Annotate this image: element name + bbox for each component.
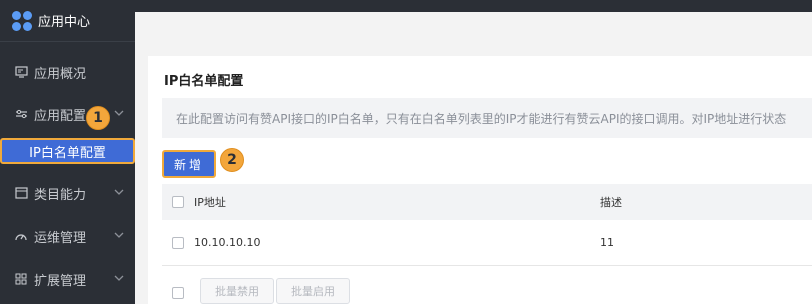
sidebar-item-category-capability[interactable]: 类目能力 [0,173,135,213]
sidebar-item-ops-management[interactable]: 运维管理 [0,216,135,256]
sidebar-item-label: IP白名单配置 [29,145,106,161]
window-icon [14,186,28,200]
top-bar [135,0,812,12]
header-ip: IP地址 [194,196,226,209]
chevron-down-icon [113,272,125,284]
chevron-down-icon [113,186,125,198]
add-button[interactable]: 新增 [162,150,216,178]
brand[interactable]: 应用中心 [0,0,135,42]
row-checkbox[interactable] [172,236,184,249]
sidebar-item-label: 应用配置 [34,108,87,124]
footer-select-all-checkbox[interactable] [172,287,184,299]
sidebar-item-label: 类目能力 [34,187,87,203]
sidebar-item-extension-management[interactable]: 扩展管理 [0,259,135,299]
sidebar-item-ip-whitelist[interactable]: IP白名单配置 [0,138,135,164]
sidebar-item-overview[interactable]: 应用概况 [0,52,135,92]
chevron-down-icon [113,229,125,241]
header-desc: 描述 [600,196,622,209]
table-row: 10.10.10.10 11 [162,220,812,266]
monitor-icon [14,65,28,79]
batch-enable-label: 批量启用 [291,285,335,298]
batch-enable-button[interactable]: 批量启用 [276,278,350,304]
batch-disable-button[interactable]: 批量禁用 [200,278,274,304]
step-2-badge: 2 [220,148,244,172]
step-1-badge: 1 [86,106,110,130]
sidebar-item-app-config[interactable]: 应用配置 [0,94,135,134]
grid-icon [14,272,28,286]
table-footer: 批量禁用 批量启用 [162,278,812,304]
sliders-icon [14,107,28,121]
chevron-down-icon [113,107,125,119]
sidebar-item-label: 扩展管理 [34,273,87,289]
cell-ip: 10.10.10.10 [194,236,261,249]
sidebar: 应用中心 应用概况 应用配置 IP白名单配置 类目能力 运维管理 扩展管理 [0,0,135,304]
ip-table: IP地址 描述 10.10.10.10 11 [162,184,812,266]
add-button-label: 新增 [173,157,204,172]
batch-disable-label: 批量禁用 [215,285,259,298]
notice-banner: 在此配置访问有赞API接口的IP白名单，只有在白名单列表里的IP才能进行有赞云A… [162,98,812,138]
sidebar-item-label: 应用概况 [34,66,87,82]
table-header: IP地址 描述 [162,184,812,220]
main-panel: IP白名单配置 在此配置访问有赞API接口的IP白名单，只有在白名单列表里的IP… [148,56,812,304]
brand-title: 应用中心 [38,15,91,30]
gauge-icon [14,229,28,243]
cell-desc: 11 [600,236,614,249]
sidebar-item-label: 运维管理 [34,230,87,246]
app-logo-icon [12,10,32,31]
select-all-checkbox[interactable] [172,196,184,208]
notice-text: 在此配置访问有赞API接口的IP白名单，只有在白名单列表里的IP才能进行有赞云A… [176,111,787,126]
page-title: IP白名单配置 [164,74,244,89]
